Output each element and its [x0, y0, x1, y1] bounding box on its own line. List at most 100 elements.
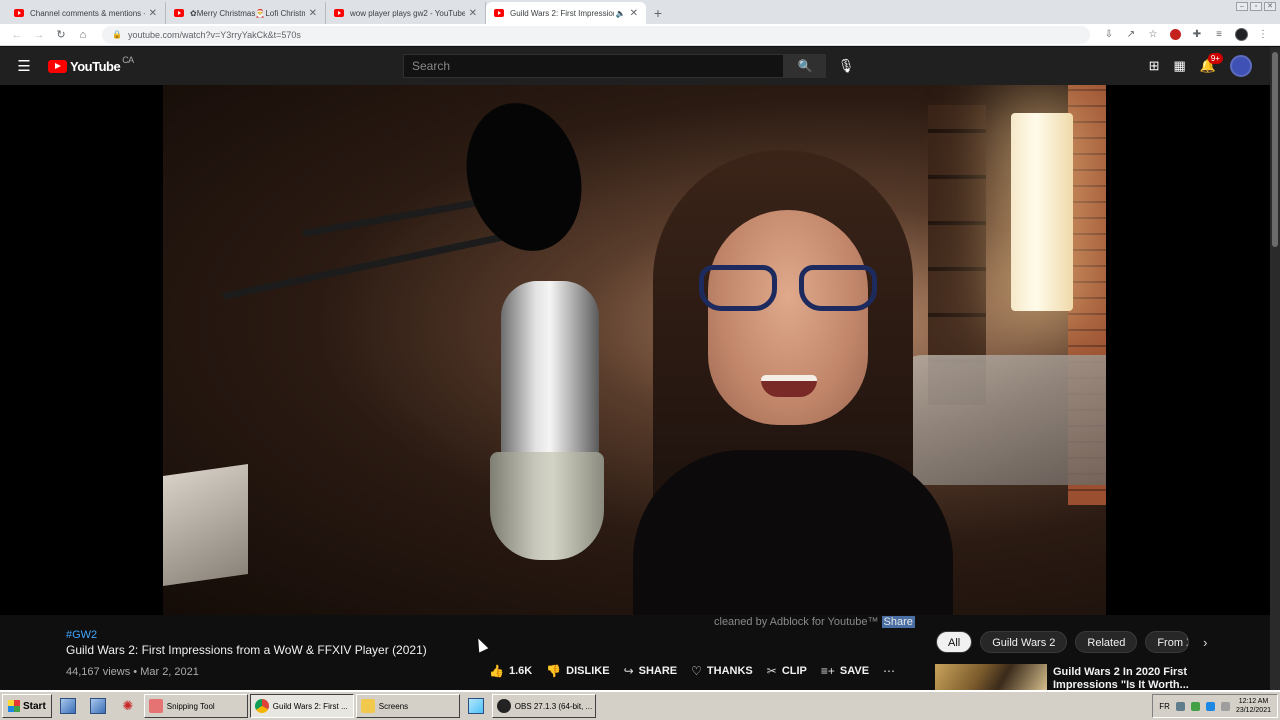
- video-actions: 👍 1.6K 👎 DISLIKE ↪ SHARE ♡ THANKS ✂ CLIP ≡+ SA…: [489, 664, 895, 678]
- chip-guild-wars-2[interactable]: Guild Wars 2: [980, 631, 1068, 653]
- microphone-body: [501, 281, 599, 471]
- language-indicator[interactable]: FR: [1159, 702, 1170, 711]
- address-bar[interactable]: 🔒 youtube.com/watch?v=Y3rryYakCk&t=570s: [102, 25, 1090, 44]
- start-button[interactable]: Start: [2, 694, 52, 718]
- like-button[interactable]: 👍 1.6K: [489, 664, 532, 678]
- apps-grid-icon[interactable]: ▦: [1174, 58, 1186, 74]
- create-video-icon[interactable]: ⊞: [1149, 58, 1160, 74]
- youtube-wordmark: YouTube: [70, 58, 121, 74]
- adblock-notice: cleaned by Adblock for Youtube™ Share: [714, 616, 915, 628]
- tab-label: Guild Wars 2: First Impressions: [510, 8, 614, 18]
- related-video-item[interactable]: Guild Wars 2 In 2020 First Impressions "…: [935, 664, 1193, 692]
- close-icon[interactable]: ✕: [469, 8, 477, 19]
- kebab-menu-icon[interactable]: ⋮: [1252, 29, 1274, 40]
- browser-tab-strip: Channel comments & mentions - You ✕ ✿Mer…: [0, 0, 1280, 24]
- related-video-thumbnail[interactable]: [935, 664, 1047, 692]
- save-label: SAVE: [839, 665, 870, 677]
- browser-tab-2[interactable]: ✿Merry Christmas🎅Lofi Christmas ✕: [166, 2, 326, 24]
- speaker-icon[interactable]: 🔈: [616, 9, 626, 18]
- puzzle-extensions-icon[interactable]: ✚: [1186, 29, 1208, 40]
- new-tab-button[interactable]: +: [646, 2, 670, 24]
- quicklaunch-calculator-icon[interactable]: [54, 694, 82, 718]
- video-player[interactable]: [0, 85, 1270, 615]
- search-input[interactable]: Search: [403, 54, 784, 78]
- scissors-icon: ✂: [766, 664, 777, 678]
- home-icon[interactable]: ⌂: [72, 29, 94, 41]
- clock[interactable]: 12:12 AM 23/12/2021: [1236, 697, 1271, 715]
- browser-tab-4[interactable]: Guild Wars 2: First Impressions 🔈 ✕: [486, 2, 646, 24]
- hamburger-menu-icon[interactable]: ☰: [0, 57, 48, 75]
- taskbar-item-label: Screens: [378, 701, 409, 711]
- chevron-right-icon[interactable]: ›: [1197, 635, 1213, 650]
- close-icon[interactable]: ✕: [149, 8, 157, 19]
- youtube-favicon-icon: [334, 9, 344, 17]
- youtube-logo[interactable]: YouTube CA: [48, 55, 134, 74]
- profile-avatar-icon[interactable]: [1230, 28, 1252, 41]
- tray-volume-icon[interactable]: [1220, 701, 1230, 711]
- save-button[interactable]: ≡+ SAVE: [821, 664, 869, 678]
- taskbar-app-icon[interactable]: [462, 694, 490, 718]
- reading-list-icon[interactable]: ≡: [1208, 29, 1230, 40]
- quicklaunch-app-icon[interactable]: ✺: [114, 694, 142, 718]
- more-horizontal-icon: ⋯: [883, 664, 896, 678]
- thanks-button[interactable]: ♡ THANKS: [691, 664, 753, 678]
- system-tray: FR 12:12 AM 23/12/2021: [1152, 694, 1278, 718]
- clip-button[interactable]: ✂ CLIP: [767, 664, 807, 678]
- glasses-lens-right: [799, 265, 877, 311]
- tab-label: Channel comments & mentions - You: [30, 8, 145, 18]
- page-scrollbar-thumb[interactable]: [1272, 52, 1278, 247]
- thumbs-down-icon: 👎: [546, 664, 562, 678]
- tray-network-icon[interactable]: [1175, 701, 1185, 711]
- clock-time: 12:12 AM: [1238, 698, 1269, 705]
- chip-from-x[interactable]: From X: [1145, 631, 1190, 653]
- dislike-button[interactable]: 👎 DISLIKE: [546, 664, 609, 678]
- related-video-title[interactable]: Guild Wars 2 In 2020 First Impressions "…: [1053, 666, 1193, 692]
- quicklaunch-desktop-icon[interactable]: [84, 694, 112, 718]
- bookmark-star-icon[interactable]: ☆: [1142, 29, 1164, 40]
- extension-red-icon[interactable]: [1164, 28, 1186, 40]
- video-title: Guild Wars 2: First Impressions from a W…: [66, 643, 427, 657]
- browser-tab-3[interactable]: wow player plays gw2 - YouTube ✕: [326, 2, 486, 24]
- avatar[interactable]: [1230, 55, 1252, 77]
- youtube-favicon-icon: [174, 9, 184, 17]
- maximize-icon[interactable]: ▫: [1250, 2, 1262, 11]
- browser-tab-1[interactable]: Channel comments & mentions - You ✕: [6, 2, 166, 24]
- chip-all[interactable]: All: [936, 631, 973, 653]
- close-icon[interactable]: ✕: [309, 8, 317, 19]
- notifications-bell-icon[interactable]: 🔔 9+: [1200, 53, 1223, 74]
- thumbs-up-icon: 👍: [489, 664, 504, 678]
- forward-arrow-icon[interactable]: →: [28, 29, 50, 41]
- taskbar-item-label: Snipping Tool: [166, 701, 215, 711]
- tray-security-icon[interactable]: [1190, 701, 1200, 711]
- adblock-share-link[interactable]: Share: [881, 616, 915, 628]
- obs-icon: [496, 699, 511, 713]
- youtube-favicon-icon: [14, 9, 24, 17]
- glasses-shape: [699, 265, 879, 311]
- microphone-base: [490, 452, 604, 560]
- window-close-icon[interactable]: ✕: [1264, 2, 1276, 11]
- minimize-icon[interactable]: –: [1236, 2, 1248, 11]
- search-button[interactable]: 🔍: [784, 54, 826, 78]
- back-arrow-icon[interactable]: ←: [6, 29, 28, 41]
- mic-arm-lower: [222, 232, 508, 300]
- share-button[interactable]: ↪ SHARE: [624, 664, 678, 678]
- taskbar-item-screens[interactable]: Screens: [355, 694, 460, 718]
- voice-search-mic-icon[interactable]: 🎙: [832, 54, 860, 78]
- share-page-icon[interactable]: ↗: [1120, 29, 1142, 40]
- reload-icon[interactable]: ↻: [50, 28, 72, 41]
- more-actions-button[interactable]: ⋯: [883, 664, 895, 678]
- taskbar-item-chrome[interactable]: Guild Wars 2: First ...: [249, 694, 354, 718]
- browser-toolbar: ← → ↻ ⌂ 🔒 youtube.com/watch?v=Y3rryYakCk…: [0, 24, 1280, 46]
- lock-icon[interactable]: 🔒: [112, 30, 122, 39]
- floor-lamp-decor: [1011, 113, 1073, 311]
- youtube-header: ☰ YouTube CA Search 🔍 🎙 ⊞ ▦ 🔔 9+: [0, 47, 1270, 85]
- install-icon[interactable]: ⇩: [1098, 29, 1120, 40]
- taskbar-item-snipping-tool[interactable]: Snipping Tool: [143, 694, 248, 718]
- video-hashtag[interactable]: #GW2: [66, 629, 97, 641]
- tray-display-icon[interactable]: [1205, 701, 1215, 711]
- taskbar-item-obs[interactable]: OBS 27.1.3 (64-bit, ...: [491, 694, 596, 718]
- video-frame[interactable]: [163, 85, 1106, 615]
- close-icon[interactable]: ✕: [630, 8, 638, 19]
- taskbar-item-label: Guild Wars 2: First ...: [272, 701, 348, 711]
- chip-related[interactable]: Related: [1075, 631, 1138, 653]
